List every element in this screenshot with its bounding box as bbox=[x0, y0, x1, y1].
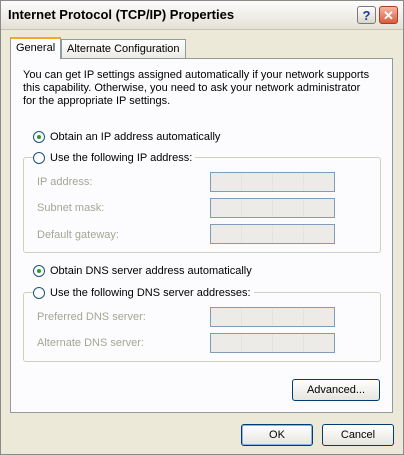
radio-indicator-dns-auto[interactable] bbox=[33, 265, 45, 277]
tab-alternate-configuration[interactable]: Alternate Configuration bbox=[61, 39, 186, 58]
radio-indicator-ip-auto[interactable] bbox=[33, 131, 45, 143]
subnet-mask-field[interactable] bbox=[210, 198, 335, 218]
preferred-dns-field[interactable] bbox=[210, 307, 335, 327]
ok-button[interactable]: OK bbox=[241, 424, 313, 446]
alternate-dns-field[interactable] bbox=[210, 333, 335, 353]
radio-label-dns-auto: Obtain DNS server address automatically bbox=[50, 265, 252, 277]
default-gateway-field[interactable] bbox=[210, 224, 335, 244]
radio-label-ip-auto: Obtain an IP address automatically bbox=[50, 131, 221, 143]
tab-general[interactable]: General bbox=[10, 37, 62, 59]
radio-obtain-ip-auto[interactable]: Obtain an IP address automatically bbox=[33, 130, 220, 144]
window-title: Internet Protocol (TCP/IP) Properties bbox=[8, 7, 235, 22]
subnet-mask-label: Subnet mask: bbox=[37, 202, 105, 214]
alternate-dns-label: Alternate DNS server: bbox=[37, 337, 144, 349]
title-bar[interactable]: Internet Protocol (TCP/IP) Properties ? … bbox=[1, 1, 403, 30]
close-button[interactable]: ✕ bbox=[379, 6, 398, 24]
ip-address-label: IP address: bbox=[37, 176, 93, 188]
preferred-dns-label: Preferred DNS server: bbox=[37, 311, 146, 323]
radio-use-following-dns[interactable]: Use the following DNS server addresses: bbox=[33, 286, 254, 300]
cancel-button[interactable]: Cancel bbox=[322, 424, 394, 446]
radio-use-following-ip[interactable]: Use the following IP address: bbox=[33, 151, 196, 165]
intro-text: You can get IP settings assigned automat… bbox=[23, 69, 370, 107]
radio-obtain-dns-auto[interactable]: Obtain DNS server address automatically bbox=[33, 264, 252, 278]
advanced-button[interactable]: Advanced... bbox=[292, 379, 380, 401]
ip-address-field[interactable] bbox=[210, 172, 335, 192]
default-gateway-label: Default gateway: bbox=[37, 229, 119, 241]
radio-indicator-ip-manual[interactable] bbox=[33, 152, 45, 164]
radio-label-dns-manual: Use the following DNS server addresses: bbox=[50, 287, 251, 299]
radio-indicator-dns-manual[interactable] bbox=[33, 287, 45, 299]
radio-label-ip-manual: Use the following IP address: bbox=[50, 152, 193, 164]
help-button[interactable]: ? bbox=[357, 6, 376, 24]
